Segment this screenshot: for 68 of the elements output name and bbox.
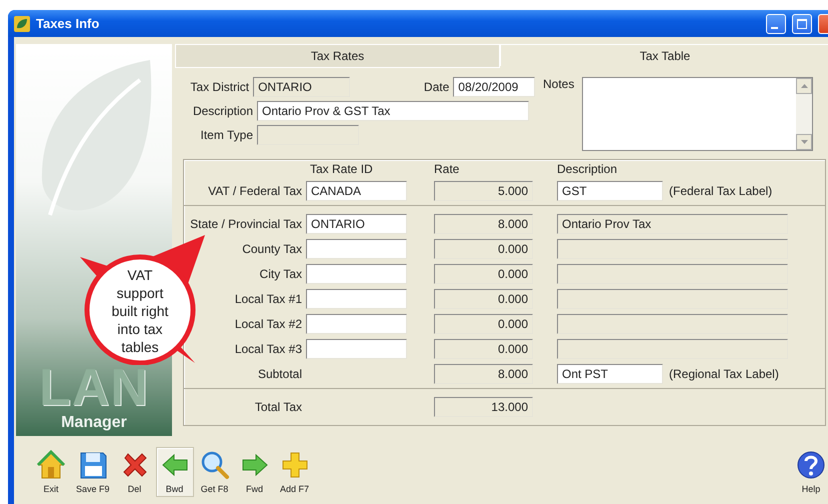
rate-field: 0.000 [434, 239, 533, 259]
date-field[interactable]: 08/20/2009 [453, 77, 535, 97]
tab[interactable]: Tax Table [500, 44, 828, 66]
rate-field: 0.000 [434, 264, 533, 284]
row-label: Local Tax #3 [234, 342, 303, 356]
rate-field: 0.000 [434, 289, 533, 309]
column-header: Description [556, 162, 618, 176]
toolbar-button[interactable]: Bwd [156, 447, 194, 497]
column-header: Rate [433, 162, 460, 176]
rate-field: 0.000 [434, 314, 533, 334]
toolbar-button[interactable]: Save F9 [72, 447, 114, 497]
note-label: (Federal Tax Label) [669, 184, 772, 198]
tax-rate-id-field[interactable]: CANADA [306, 181, 407, 201]
down-arrow-icon [800, 140, 808, 144]
rate-field: 8.000 [434, 364, 533, 384]
field-label: Tax District [189, 80, 250, 94]
home-icon [36, 450, 66, 480]
row-label: City Tax [258, 267, 303, 281]
field-label: Item Type [200, 128, 253, 142]
logo-caption: Manager [61, 414, 127, 432]
up-arrow-icon [800, 84, 808, 88]
maximize-button[interactable] [792, 14, 812, 34]
rate-field: 8.000 [434, 214, 533, 234]
search-icon [200, 450, 230, 480]
logo-word: LAN [39, 362, 149, 414]
description-field[interactable]: GST [557, 181, 663, 201]
rate-field: 13.000 [434, 397, 533, 417]
toolbar-button[interactable]: Exit [32, 447, 70, 497]
row-label: County Tax [241, 242, 303, 256]
description-field[interactable]: Ontario Prov & GST Tax [257, 101, 529, 121]
description-field[interactable]: Ont PST [557, 364, 663, 384]
tax-rate-id-field[interactable] [306, 314, 407, 334]
toolbar-button[interactable]: Fwd [236, 447, 274, 497]
tax-rate-id-field[interactable]: ONTARIO [306, 214, 407, 234]
close-button[interactable] [818, 14, 828, 34]
toolbar-button[interactable]: Get F8 [196, 447, 234, 497]
field-label: Date [422, 80, 450, 94]
app-icon [14, 16, 30, 32]
scroll-down-button[interactable] [796, 134, 812, 150]
minimize-icon [770, 26, 778, 28]
minimize-button[interactable] [766, 14, 786, 34]
row-label: Subtotal [256, 367, 303, 381]
field-label: Description [192, 104, 253, 118]
tax-rate-id-field[interactable] [306, 239, 407, 259]
tax-rate-id-field[interactable] [306, 339, 407, 359]
rate-field: 5.000 [434, 181, 533, 201]
row-label: Total Tax [254, 400, 303, 414]
field-label: Notes [543, 77, 574, 93]
row-label: Local Tax #1 [234, 292, 303, 306]
plus-icon [280, 450, 310, 480]
window-title: Taxes Info [36, 16, 100, 31]
row-label: State / Provincial Tax [189, 217, 303, 231]
tab[interactable]: Tax Rates [175, 44, 500, 68]
toolbar-button[interactable]: Del [116, 447, 154, 497]
row-label: Local Tax #2 [234, 317, 303, 331]
callout-text: VAT support built right into tax tables [110, 266, 170, 356]
scroll-up-button[interactable] [796, 78, 812, 94]
note-label: (Regional Tax Label) [669, 367, 779, 381]
maximize-icon [797, 18, 807, 28]
help-button[interactable]: Help [792, 447, 828, 497]
rate-field: 0.000 [434, 339, 533, 359]
help-icon [796, 450, 826, 480]
column-header: Tax Rate ID [309, 162, 374, 176]
notes-field[interactable] [582, 77, 814, 151]
tax-rate-id-field[interactable] [306, 289, 407, 309]
tax-rate-id-field[interactable] [306, 264, 407, 284]
row-label: VAT / Federal Tax [207, 184, 303, 198]
toolbar-button[interactable]: Add F7 [276, 447, 314, 497]
